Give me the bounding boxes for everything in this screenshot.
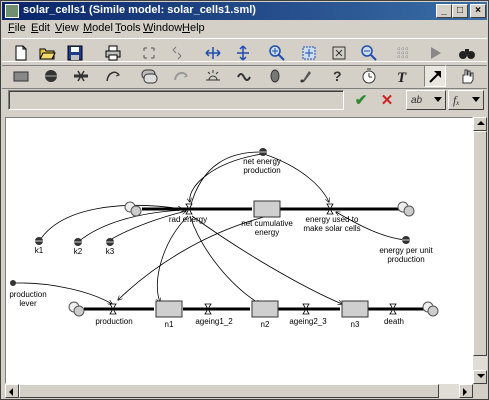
accept-button[interactable]: ✔ — [350, 90, 372, 110]
variable-k1[interactable] — [35, 237, 43, 245]
menu-model[interactable]: Model — [83, 22, 113, 36]
variable-tool-icon[interactable] — [40, 65, 62, 87]
cloud-icon[interactable] — [422, 301, 439, 317]
role-arrow-tool-icon[interactable] — [170, 65, 192, 87]
cloud-icon[interactable] — [68, 301, 85, 317]
label-n1: n1 — [165, 320, 174, 329]
maximize-button[interactable]: □ — [452, 4, 468, 18]
title-bar[interactable]: solar_cells1 (Simile model: solar_cells1… — [2, 2, 487, 20]
influence-arc[interactable] — [39, 205, 182, 241]
label-net-cumulative-energy-2: energy — [255, 228, 279, 237]
text-tool-icon[interactable]: T — [392, 65, 414, 87]
function-dropdown[interactable]: fₓ — [448, 90, 484, 110]
label-energy-used: energy used to — [306, 215, 359, 224]
alarm-tool-icon[interactable] — [294, 65, 316, 87]
horizontal-scroll-thumb[interactable] — [19, 384, 439, 398]
scroll-up-button[interactable] — [473, 117, 487, 131]
hand-tool-icon[interactable] — [456, 65, 478, 87]
variable-k2[interactable] — [74, 238, 82, 246]
app-icon — [5, 4, 19, 18]
compartment-n2[interactable] — [251, 300, 279, 318]
units-icon: ab — [411, 94, 423, 106]
label-energy-per-unit: energy per unit — [379, 246, 433, 255]
close-button[interactable]: × — [470, 4, 486, 18]
condition-tool-icon[interactable] — [264, 65, 286, 87]
label-ageing1-2: ageing1_2 — [195, 317, 233, 326]
vertical-scroll-thumb[interactable] — [473, 131, 487, 356]
help-tool-icon[interactable]: ? — [326, 65, 348, 87]
model-diagram[interactable]: net energy production rad energy net cum… — [6, 118, 473, 384]
scroll-left-button[interactable] — [5, 384, 19, 398]
svg-text:T: T — [397, 70, 407, 86]
label-production-lever-2: lever — [19, 299, 37, 308]
label-net-cumulative-energy: net cumulative — [241, 219, 293, 228]
cloud-icon[interactable] — [397, 201, 415, 217]
influence-arc[interactable] — [157, 215, 189, 302]
vertical-scrollbar[interactable] — [473, 117, 487, 384]
label-production: production — [95, 317, 132, 326]
model-diagram-canvas[interactable]: net energy production rad energy net cum… — [5, 117, 473, 384]
label-k3: k3 — [106, 247, 115, 256]
arrow-down-icon — [477, 374, 485, 378]
label-net-energy-production: net energy — [243, 157, 281, 166]
flow-tool-icon[interactable] — [70, 65, 92, 87]
label-n3: n3 — [351, 320, 360, 329]
variable-net-energy-production[interactable] — [259, 148, 267, 156]
menu-help[interactable]: Help — [182, 22, 205, 36]
chevron-down-icon — [472, 97, 480, 102]
label-energy-per-unit-2: production — [387, 255, 424, 264]
variable-k3[interactable] — [106, 238, 114, 246]
label-ageing2-3: ageing2_3 — [289, 317, 327, 326]
minimize-button[interactable]: _ — [436, 4, 452, 18]
influence-arc[interactable] — [189, 215, 260, 304]
label-k1: k1 — [35, 246, 44, 255]
pointer-tool-icon[interactable] — [424, 65, 446, 87]
cloud-icon[interactable] — [124, 201, 142, 217]
label-net-energy-production-2: production — [243, 166, 280, 175]
influence-tool-icon[interactable] — [102, 65, 124, 87]
arrow-right-icon — [463, 388, 467, 396]
event-tool-icon[interactable] — [202, 65, 224, 87]
label-production-lever: production — [9, 290, 46, 299]
menu-file[interactable]: File — [8, 22, 26, 36]
compartment-tool-icon[interactable] — [10, 65, 32, 87]
chevron-down-icon — [434, 97, 442, 102]
label-n2: n2 — [261, 320, 270, 329]
equation-bar: ✔ ✕ ab fₓ — [2, 87, 487, 115]
horizontal-scrollbar[interactable] — [5, 384, 473, 398]
menu-window[interactable]: Window — [143, 22, 182, 36]
window-title: solar_cells1 (Simile model: solar_cells1… — [23, 4, 256, 16]
label-death: death — [384, 317, 404, 326]
arrow-left-icon — [9, 388, 13, 396]
wave-tool-icon[interactable] — [234, 65, 256, 87]
menu-tools[interactable]: Tools — [115, 22, 141, 36]
menu-bar: File Edit View Model Tools Window Help — [2, 20, 487, 38]
influence-arc[interactable] — [118, 216, 265, 300]
cancel-button[interactable]: ✕ — [376, 90, 398, 110]
menu-edit[interactable]: Edit — [31, 22, 50, 36]
equation-input[interactable] — [8, 90, 344, 110]
arrow-up-icon — [477, 121, 485, 125]
label-k2: k2 — [74, 247, 83, 256]
scroll-right-button[interactable] — [459, 384, 473, 398]
compartment-net-cumulative-energy[interactable] — [253, 200, 281, 218]
submodel-tool-icon[interactable] — [138, 65, 160, 87]
app-window: solar_cells1 (Simile model: solar_cells1… — [0, 0, 489, 400]
scroll-down-button[interactable] — [473, 370, 487, 384]
resize-grip[interactable] — [473, 384, 487, 398]
variable-energy-per-unit-production[interactable] — [402, 236, 410, 244]
menu-view[interactable]: View — [55, 22, 79, 36]
svg-text:?: ? — [333, 68, 342, 84]
timer-tool-icon[interactable] — [358, 65, 380, 87]
label-energy-used-2: make solar cells — [303, 224, 360, 233]
units-dropdown[interactable]: ab — [406, 90, 446, 110]
label-rad-energy: rad energy — [169, 215, 207, 224]
compartment-n3[interactable] — [341, 300, 369, 318]
compartment-n1[interactable] — [155, 300, 183, 318]
function-icon: fₓ — [453, 92, 460, 107]
model-toolbar: ? T — [2, 61, 487, 89]
variable-production-lever[interactable] — [10, 280, 24, 286]
